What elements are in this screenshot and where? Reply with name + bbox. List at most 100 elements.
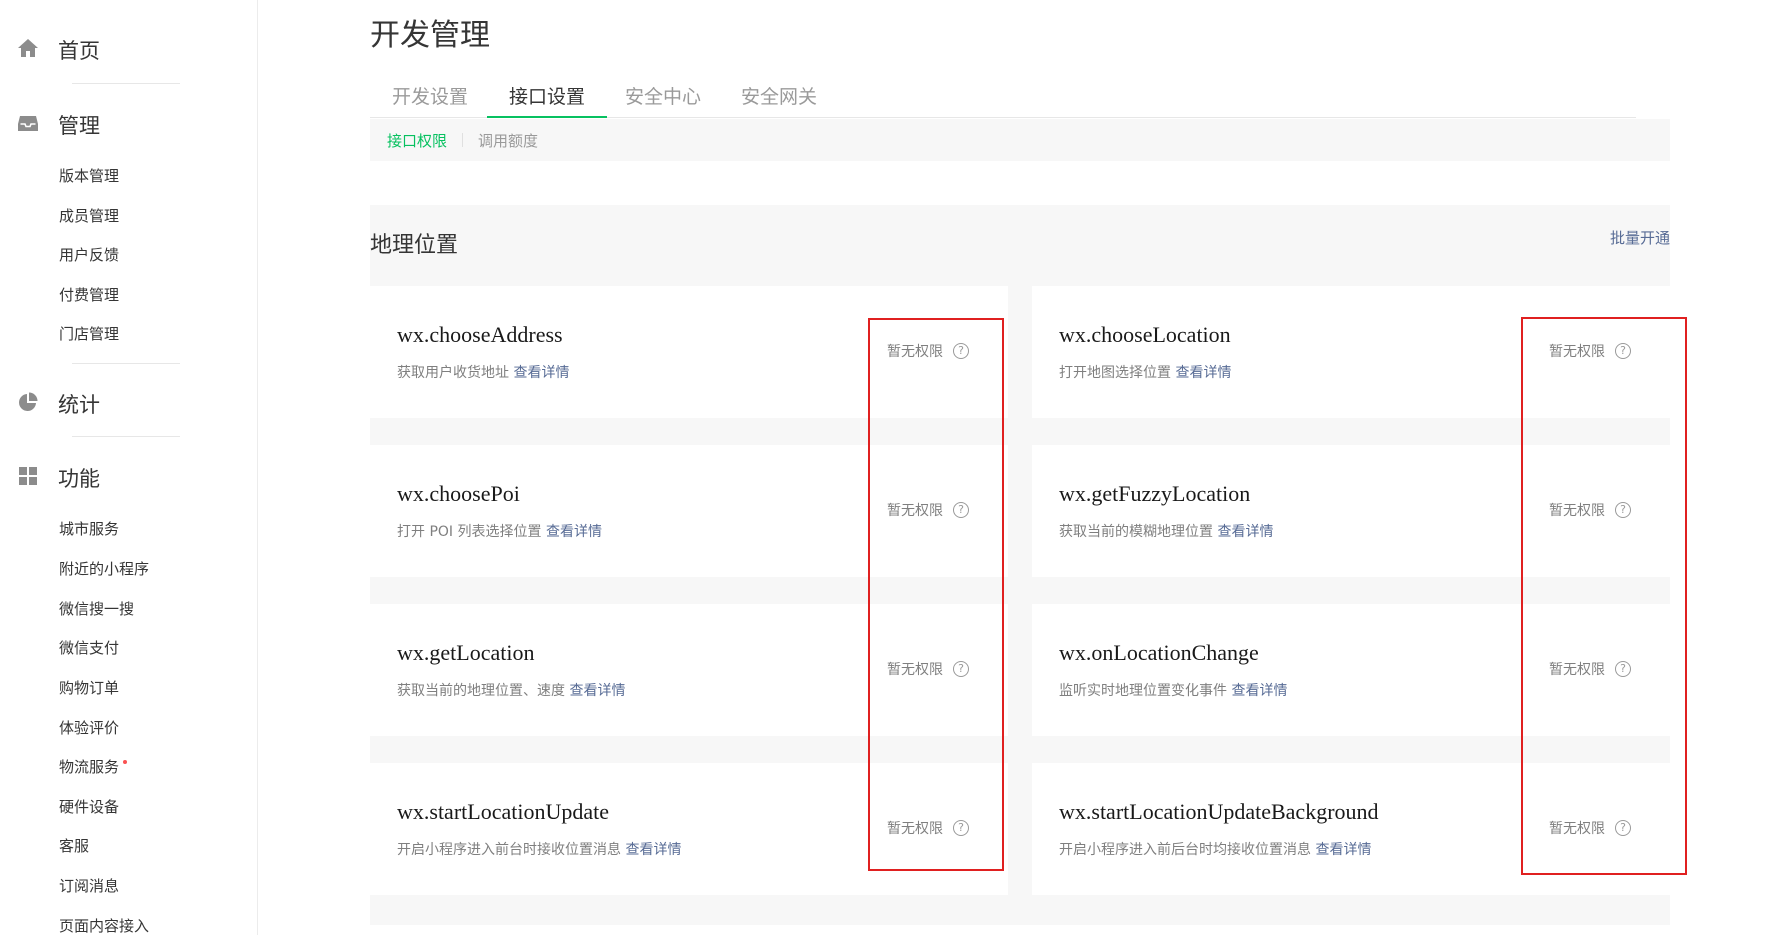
tab-security-center[interactable]: 安全中心 <box>603 78 723 118</box>
sidebar-item-payment[interactable]: 付费管理 <box>59 284 119 305</box>
sidebar-item-logistics[interactable]: 物流服务 <box>59 756 128 777</box>
sidebar-item-logistics-label: 物流服务 <box>59 758 120 776</box>
sidebar-item-reviews[interactable]: 体验评价 <box>59 717 119 738</box>
divider <box>72 83 180 84</box>
view-details-link[interactable]: 查看详情 <box>625 842 681 858</box>
view-details-link[interactable]: 查看详情 <box>569 683 625 699</box>
api-description: 开启小程序进入前后台时均接收位置消息 查看详情 <box>1059 839 1371 859</box>
home-icon <box>18 39 38 57</box>
api-desc-text: 开启小程序进入前后台时均接收位置消息 <box>1059 842 1311 858</box>
divider <box>462 133 463 147</box>
sidebar-item-stats[interactable]: 统计 <box>0 381 258 421</box>
help-icon[interactable]: ? <box>953 502 969 518</box>
permission-text: 暂无权限 <box>887 662 943 678</box>
api-card: wx.chooseLocation 打开地图选择位置 查看详情 暂无权限? <box>1032 286 1670 418</box>
api-name: wx.choosePoi <box>397 481 520 506</box>
sidebar-item-features[interactable]: 功能 <box>0 455 258 495</box>
view-details-link[interactable]: 查看详情 <box>546 524 602 540</box>
sidebar-home-label: 首页 <box>58 39 100 63</box>
view-details-link[interactable]: 查看详情 <box>1231 683 1287 699</box>
help-icon[interactable]: ? <box>1615 343 1631 359</box>
api-desc-text: 监听实时地理位置变化事件 <box>1059 683 1227 699</box>
sidebar-item-city-services[interactable]: 城市服务 <box>59 518 119 539</box>
api-card: wx.chooseAddress 获取用户收货地址 查看详情 暂无权限? <box>370 286 1008 418</box>
api-name: wx.chooseAddress <box>397 322 563 347</box>
api-description: 打开 POI 列表选择位置 查看详情 <box>397 521 602 541</box>
permission-status: 暂无权限? <box>1549 659 1631 679</box>
api-name: wx.getLocation <box>397 640 535 665</box>
tab-security-gateway[interactable]: 安全网关 <box>719 78 839 118</box>
api-name: wx.startLocationUpdateBackground <box>1059 799 1379 824</box>
api-description: 监听实时地理位置变化事件 查看详情 <box>1059 680 1287 700</box>
api-desc-text: 获取用户收货地址 <box>397 365 509 381</box>
api-description: 获取当前的地理位置、速度 查看详情 <box>397 680 625 700</box>
divider <box>72 436 180 437</box>
sidebar-item-hardware[interactable]: 硬件设备 <box>59 796 119 817</box>
sidebar-stats-label: 统计 <box>58 393 100 417</box>
sidebar-item-wechat-pay[interactable]: 微信支付 <box>59 637 119 658</box>
api-description: 打开地图选择位置 查看详情 <box>1059 362 1231 382</box>
api-desc-text: 打开地图选择位置 <box>1059 365 1171 381</box>
api-card: wx.startLocationUpdateBackground 开启小程序进入… <box>1032 763 1670 895</box>
pie-chart-icon <box>19 392 38 411</box>
location-section: 地理位置 批量开通 wx.chooseAddress 获取用户收货地址 查看详情… <box>370 205 1670 925</box>
subtab-call-quota[interactable]: 调用额度 <box>478 130 538 151</box>
sidebar-item-nearby-miniprogram[interactable]: 附近的小程序 <box>59 558 149 579</box>
api-card: wx.choosePoi 打开 POI 列表选择位置 查看详情 暂无权限? <box>370 445 1008 577</box>
help-icon[interactable]: ? <box>1615 502 1631 518</box>
subtab-api-permissions[interactable]: 接口权限 <box>387 130 447 151</box>
api-desc-text: 开启小程序进入前台时接收位置消息 <box>397 842 621 858</box>
inbox-icon <box>18 116 38 131</box>
api-desc-text: 获取当前的地理位置、速度 <box>397 683 565 699</box>
section-title: 地理位置 <box>370 233 459 258</box>
view-details-link[interactable]: 查看详情 <box>1175 365 1231 381</box>
api-desc-text: 打开 POI 列表选择位置 <box>397 524 542 540</box>
tab-api-settings[interactable]: 接口设置 <box>487 78 608 118</box>
divider <box>72 363 180 364</box>
permission-status: 暂无权限? <box>887 659 969 679</box>
page-title: 开发管理 <box>370 18 490 53</box>
help-icon[interactable]: ? <box>1615 820 1631 836</box>
permission-status: 暂无权限? <box>887 818 969 838</box>
help-icon[interactable]: ? <box>953 343 969 359</box>
permission-status: 暂无权限? <box>1549 341 1631 361</box>
sidebar-item-home[interactable]: 首页 <box>0 27 258 67</box>
notification-dot <box>123 760 128 764</box>
view-details-link[interactable]: 查看详情 <box>513 365 569 381</box>
help-icon[interactable]: ? <box>953 661 969 677</box>
permission-status: 暂无权限? <box>887 341 969 361</box>
sidebar-item-stores[interactable]: 门店管理 <box>59 323 119 344</box>
view-details-link[interactable]: 查看详情 <box>1315 842 1371 858</box>
tab-dev-settings[interactable]: 开发设置 <box>370 78 490 118</box>
permission-text: 暂无权限 <box>1549 662 1605 678</box>
sidebar-item-customer-service[interactable]: 客服 <box>59 835 89 856</box>
api-description: 开启小程序进入前台时接收位置消息 查看详情 <box>397 839 681 859</box>
help-icon[interactable]: ? <box>1615 661 1631 677</box>
sidebar-item-version[interactable]: 版本管理 <box>59 165 119 186</box>
api-card: wx.getFuzzyLocation 获取当前的模糊地理位置 查看详情 暂无权… <box>1032 445 1670 577</box>
sidebar-item-manage[interactable]: 管理 <box>0 102 258 142</box>
permission-text: 暂无权限 <box>1549 503 1605 519</box>
permission-status: 暂无权限? <box>1549 500 1631 520</box>
permission-status: 暂无权限? <box>1549 818 1631 838</box>
subtab-bar: 接口权限 调用额度 <box>370 119 1670 161</box>
help-icon[interactable]: ? <box>953 820 969 836</box>
permission-text: 暂无权限 <box>887 503 943 519</box>
api-desc-text: 获取当前的模糊地理位置 <box>1059 524 1213 540</box>
sidebar-item-subscribe-messages[interactable]: 订阅消息 <box>59 875 119 896</box>
sidebar-item-orders[interactable]: 购物订单 <box>59 677 119 698</box>
api-card: wx.onLocationChange 监听实时地理位置变化事件 查看详情 暂无… <box>1032 604 1670 736</box>
permission-text: 暂无权限 <box>887 821 943 837</box>
permission-text: 暂无权限 <box>1549 344 1605 360</box>
api-name: wx.onLocationChange <box>1059 640 1259 665</box>
api-card: wx.getLocation 获取当前的地理位置、速度 查看详情 暂无权限? <box>370 604 1008 736</box>
api-description: 获取当前的模糊地理位置 查看详情 <box>1059 521 1273 541</box>
view-details-link[interactable]: 查看详情 <box>1217 524 1273 540</box>
sidebar-item-members[interactable]: 成员管理 <box>59 205 119 226</box>
sidebar-item-wechat-search[interactable]: 微信搜一搜 <box>59 598 134 619</box>
api-name: wx.startLocationUpdate <box>397 799 609 824</box>
sidebar-item-page-content[interactable]: 页面内容接入 <box>59 915 149 935</box>
batch-enable-link[interactable]: 批量开通 <box>1610 227 1670 248</box>
grid-icon <box>19 467 37 485</box>
sidebar-item-feedback[interactable]: 用户反馈 <box>59 244 119 265</box>
